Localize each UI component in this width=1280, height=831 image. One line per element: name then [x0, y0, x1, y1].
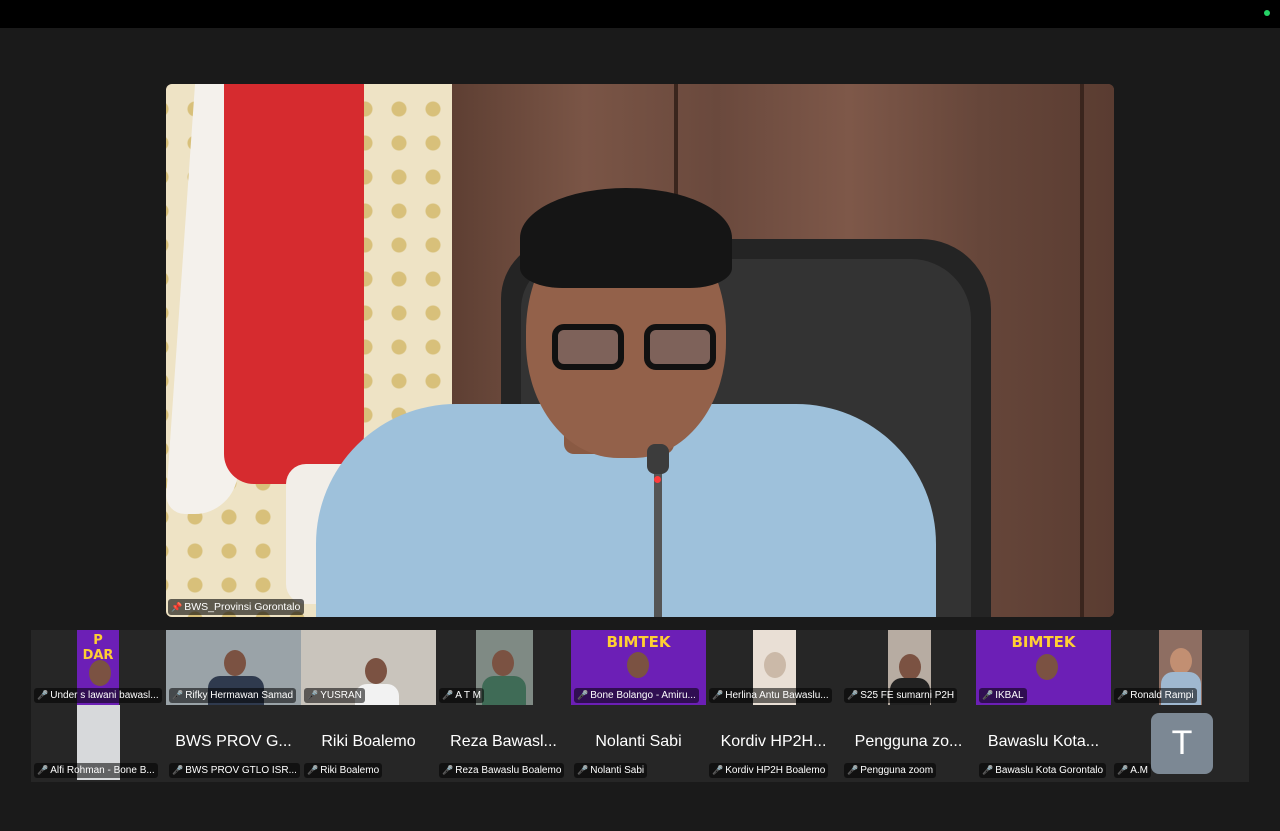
participant-tile[interactable]: BWS PROV G... 🎤 BWS PROV GTLO ISR...	[166, 705, 301, 780]
participant-display-name: BWS PROV G...	[175, 733, 292, 750]
flag-red-stripe	[224, 84, 364, 484]
muted-mic-icon: 🎤	[847, 690, 859, 700]
participant-name: 🎤 Riki Boalemo	[304, 763, 383, 778]
muted-mic-icon: 🎤	[172, 690, 184, 700]
participant-tile[interactable]: Nolanti Sabi 🎤 Nolanti Sabi	[571, 705, 706, 780]
participant-tile[interactable]: Kordiv HP2H... 🎤 Kordiv HP2H Boalemo	[706, 705, 841, 780]
muted-mic-icon: 🎤	[37, 690, 49, 700]
participant-name: 🎤 S25 FE sumarni P2H	[844, 688, 958, 703]
participant-name: 🎤 Bawaslu Kota Gorontalo	[979, 763, 1107, 778]
participant-tile[interactable]: 🎤 S25 FE sumarni P2H	[841, 630, 976, 705]
participant-name: 🎤 Nolanti Sabi	[574, 763, 648, 778]
participant-display-name: Reza Bawasl...	[450, 733, 557, 750]
muted-mic-icon: 🎤	[712, 765, 724, 775]
participant-name: 🎤 Pengguna zoom	[844, 763, 937, 778]
participant-tile[interactable]: 🎤 Alfi Rohman - Bone B...	[31, 705, 166, 780]
participant-avatar[interactable]: T	[1151, 713, 1213, 774]
participant-name: 🎤 Under s lawani bawasl...	[34, 688, 162, 703]
title-bar	[0, 0, 1280, 28]
muted-mic-icon: 🎤	[577, 765, 589, 775]
participant-display-name: Kordiv HP2H...	[720, 733, 827, 750]
participant-name: 🎤 Ronald Rampi	[1114, 688, 1197, 703]
participant-name: 🎤 Bone Bolango - Amiru...	[574, 688, 699, 703]
muted-mic-icon: 🎤	[1117, 765, 1129, 775]
participant-thumbnail	[476, 630, 533, 705]
muted-mic-icon: 🎤	[1117, 690, 1129, 700]
muted-mic-icon: 🎤	[442, 765, 454, 775]
muted-mic-icon: 🎤	[982, 765, 994, 775]
participant-name: 🎤 A T M	[439, 688, 484, 703]
participant-name: 🎤 Herlina Antu Bawaslu...	[709, 688, 832, 703]
participant-name: 🎤 BWS PROV GTLO ISR...	[169, 763, 300, 778]
participant-tile[interactable]: 🎤 Ronald Rampi	[1111, 630, 1246, 705]
participant-name: 🎤 Rifky Hermawan Samad	[169, 688, 297, 703]
speaker-name-label: 📌 BWS_Provinsi Gorontalo	[168, 599, 305, 615]
muted-mic-icon: 🎤	[847, 765, 859, 775]
participant-display-name: Nolanti Sabi	[595, 733, 682, 750]
participant-tile[interactable]: 🎤 Rifky Hermawan Samad	[166, 630, 301, 705]
participant-display-name: Pengguna zo...	[854, 733, 963, 750]
participant-tile[interactable]: 🎤 YUSRAN	[301, 630, 436, 705]
participant-tile[interactable]: 🎤 Herlina Antu Bawaslu...	[706, 630, 841, 705]
active-speaker-video[interactable]: 📌 BWS_Provinsi Gorontalo	[166, 84, 1114, 617]
participant-name: 🎤 IKBAL	[979, 688, 1027, 703]
panel-seam	[1080, 84, 1084, 617]
participant-tile[interactable]: Riki Boalemo 🎤 Riki Boalemo	[301, 705, 436, 780]
connection-status-icon	[1264, 10, 1270, 16]
muted-mic-icon: 🎤	[442, 690, 454, 700]
participant-tile[interactable]: BIMTEK 🎤 Bone Bolango - Amiru...	[571, 630, 706, 705]
muted-mic-icon: 🎤	[172, 765, 184, 775]
speaker-glasses	[546, 324, 726, 374]
participant-tile[interactable]: Reza Bawasl... 🎤 Reza Bawaslu Boalemo	[436, 705, 571, 780]
participant-name: 🎤 Alfi Rohman - Bone B...	[34, 763, 158, 778]
participant-display-name: Riki Boalemo	[321, 733, 416, 750]
participant-tile[interactable]: 🎤 A T M	[436, 630, 571, 705]
participant-tile[interactable]: Bawaslu Kota... 🎤 Bawaslu Kota Gorontalo	[976, 705, 1111, 780]
speaker-name: BWS_Provinsi Gorontalo	[184, 601, 301, 613]
muted-mic-icon: 🎤	[712, 690, 724, 700]
participant-name: 🎤 YUSRAN	[304, 688, 365, 703]
muted-mic-icon: 🎤	[307, 765, 319, 775]
speaker-hair	[520, 188, 732, 288]
muted-mic-icon: 🎤	[577, 690, 589, 700]
participant-name: 🎤 Reza Bawaslu Boalemo	[439, 763, 565, 778]
microphone	[647, 444, 669, 474]
participant-display-name: Bawaslu Kota...	[987, 733, 1100, 750]
participant-tile[interactable]: P DAR 🎤 Under s lawani bawasl...	[31, 630, 166, 705]
participant-tile[interactable]: BIMTEK 🎤 IKBAL	[976, 630, 1111, 705]
participant-tile[interactable]: Pengguna zo... 🎤 Pengguna zoom	[841, 705, 976, 780]
microphone-led	[654, 476, 661, 483]
muted-mic-icon: 🎤	[982, 690, 994, 700]
microphone-stand	[654, 464, 662, 617]
muted-mic-icon: 🎤	[37, 765, 49, 775]
muted-mic-icon: 🎤	[307, 690, 319, 700]
pin-icon: 📌	[171, 602, 183, 612]
participant-name: 🎤 Kordiv HP2H Boalemo	[709, 763, 829, 778]
participant-name: 🎤 A.M	[1114, 763, 1151, 778]
